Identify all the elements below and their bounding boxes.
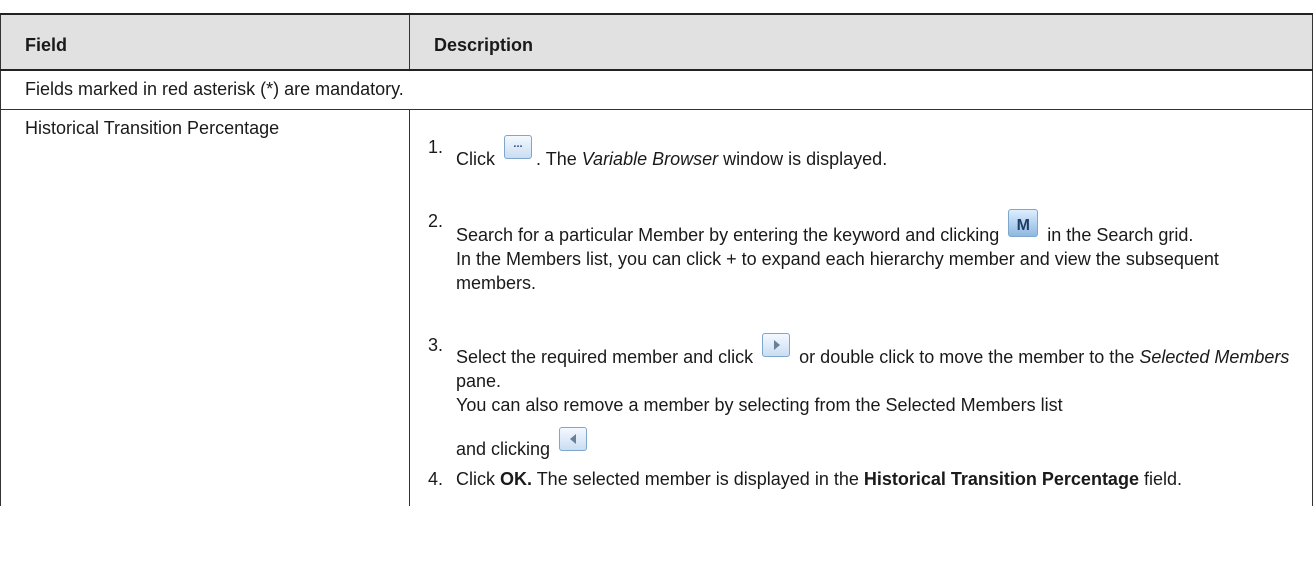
arrow-right-icon [762, 333, 791, 357]
table-row: Historical Transition Percentage 1. Clic… [0, 109, 1313, 506]
table-note-row: Fields marked in red asterisk (*) are ma… [0, 69, 1313, 110]
step-4: 4. Click OK. The selected member is disp… [428, 469, 1182, 489]
table-header-row: Field Description [0, 13, 1313, 71]
header-field: Field [0, 13, 410, 71]
step-1: 1. Click . The Variable Browser window i… [428, 135, 1294, 171]
step-2: 2. Search for a particular Member by ent… [428, 209, 1294, 295]
steps-list: 1. Click . The Variable Browser window i… [428, 135, 1294, 491]
description-cell: 1. Click . The Variable Browser window i… [409, 109, 1313, 506]
mandatory-note: Fields marked in red asterisk (*) are ma… [0, 69, 1313, 110]
header-description: Description [409, 13, 1313, 71]
field-name: Historical Transition Percentage [0, 109, 410, 506]
ellipsis-button-icon [504, 135, 533, 159]
binoculars-search-icon [1008, 209, 1039, 238]
field-description-table: Field Description Fields marked in red a… [0, 13, 1313, 506]
arrow-left-icon [559, 427, 588, 451]
step-3: 3. Select the required member and click … [428, 333, 1290, 459]
